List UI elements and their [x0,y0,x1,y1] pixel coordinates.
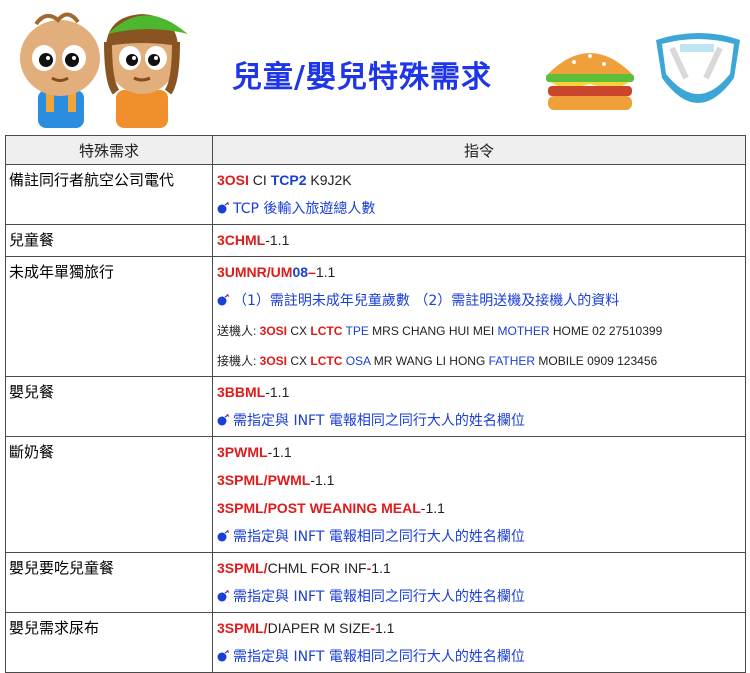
command-line: 3SPML/PWML-1.1 [217,468,745,496]
command-line: 3OSI CI TCP2 K9J2K [217,168,745,196]
command-fragment: 3SPML/POST WEANING MEAL [217,500,421,516]
special-need-name: 斷奶餐 [5,436,213,553]
command-cell: 3UMNR/UM08–1.1 （1）需註明未成年兒童歲數 （2）需註明送機及接機人… [212,256,746,377]
table-row: 斷奶餐 3PWML-1.1 3SPML/PWML-1.1 3SPML/POST WEA… [5,436,746,553]
note-text: （1）需註明未成年兒童歲數 （2）需註明送機及接機人的資料 [233,293,620,309]
note-text: 需指定與 INFT 電報相同之同行大人的姓名欄位 [233,529,525,545]
command-line: 3SPML/DIAPER M SIZE-1.1 [217,616,745,644]
command-fragment: FATHER [488,354,536,368]
bomb-icon [217,590,230,602]
command-fragment: 1.1 [371,560,391,576]
command-fragment: TPE [342,324,369,338]
table-header-row: 特殊需求 指令 [5,135,746,165]
command-fragment: TCP2 [270,172,307,188]
command-fragment: OSA [342,354,371,368]
command-fragment: LCTC [310,324,343,338]
table-row: 未成年單獨旅行 3UMNR/UM08–1.1 （1）需註明未成年兒童歲數 （2）需註… [5,256,746,377]
command-cell: 3OSI CI TCP2 K9J2K TCP 後輸入旅遊總人數 [212,164,746,225]
special-need-name: 嬰兒要吃兒童餐 [5,552,213,613]
command-fragment: K9J2K [306,172,352,188]
bomb-icon [217,414,230,426]
note-text: 需指定與 INFT 電報相同之同行大人的姓名欄位 [233,589,525,605]
table-row: 嬰兒要吃兒童餐 3SPML/CHML FOR INF-1.1 需指定與 INFT 電… [5,552,746,613]
command-cell: 3BBML-1.1 需指定與 INFT 電報相同之同行大人的姓名欄位 [212,376,746,437]
note-line: 需指定與 INFT 電報相同之同行大人的姓名欄位 [217,524,745,552]
command-fragment: LCTC [310,354,343,368]
command-fragment: MOBILE 0909 123456 [535,354,658,368]
command-fragment: 3OSI [217,172,249,188]
command-fragment: 3SPML/PWML [217,472,311,488]
command-fragment: 3UMNR/UM [217,264,293,280]
command-fragment: MR WANG LI HONG [370,354,489,368]
command-fragment: 3CHML [217,232,266,248]
contact-line: 接機人: 3OSI CX LCTC OSA MR WANG LI HONG FA… [217,346,745,376]
note-line: （1）需註明未成年兒童歲數 （2）需註明送機及接機人的資料 [217,288,745,316]
command-fragment: 送機人: [217,324,260,338]
command-fragment: CX [287,354,311,368]
special-need-name: 未成年單獨旅行 [5,256,213,377]
note-line: 需指定與 INFT 電報相同之同行大人的姓名欄位 [217,584,745,612]
command-fragment: -1.1 [310,472,335,488]
command-cell: 3SPML/CHML FOR INF-1.1 需指定與 INFT 電報相同之同行大… [212,552,746,613]
table-row: 兒童餐 3CHML-1.1 [5,224,746,257]
bomb-icon [217,202,230,214]
command-fragment: 3PWML [217,444,268,460]
note-line: 需指定與 INFT 電報相同之同行大人的姓名欄位 [217,408,745,436]
command-fragment: CI [248,172,271,188]
command-fragment: 3SPML/ [217,620,268,636]
kids-illustration [20,12,188,128]
command-fragment: -1.1 [265,384,290,400]
bomb-icon [217,650,230,662]
command-fragment: 接機人: [217,354,260,368]
contact-line: 送機人: 3OSI CX LCTC TPE MRS CHANG HUI MEI … [217,316,745,346]
command-line: 3BBML-1.1 [217,380,745,408]
special-need-name: 嬰兒餐 [5,376,213,437]
header: 兒童/嬰兒特殊需求 [0,0,750,132]
command-cell: 3PWML-1.1 3SPML/PWML-1.1 3SPML/POST WEANIN… [212,436,746,553]
command-fragment: 3BBML [217,384,266,400]
command-fragment: HOME 02 27510399 [549,324,663,338]
note-line: 需指定與 INFT 電報相同之同行大人的姓名欄位 [217,644,745,672]
command-line: 3PWML-1.1 [217,440,745,468]
command-fragment: 1.1 [374,620,395,636]
command-fragment: 3SPML/ [217,560,268,576]
note-line: TCP 後輸入旅遊總人數 [217,196,745,224]
table-row: 備註同行者航空公司電代 3OSI CI TCP2 K9J2K TCP 後輸入旅遊總人… [5,164,746,225]
header-special-need: 特殊需求 [5,135,213,165]
note-text: TCP 後輸入旅遊總人數 [233,201,376,217]
command-line: 3CHML-1.1 [217,228,745,256]
command-fragment: – [308,264,316,280]
command-fragment: DIAPER M SIZE [267,620,371,636]
command-fragment: MRS CHANG HUI MEI [368,324,498,338]
command-fragment: CX [287,324,311,338]
special-needs-table: 特殊需求 指令 備註同行者航空公司電代 3OSI CI TCP2 K9J2K TCP… [5,135,746,673]
command-fragment: MOTHER [497,324,550,338]
command-fragment: -1.1 [267,444,292,460]
bomb-icon [217,530,230,542]
command-fragment: -1.1 [420,500,445,516]
header-command: 指令 [212,135,746,165]
command-line: 3SPML/CHML FOR INF-1.1 [217,556,745,584]
diaper-icon [656,33,740,103]
special-need-name: 兒童餐 [5,224,213,257]
page-title: 兒童/嬰兒特殊需求 [232,60,492,95]
command-line: 3UMNR/UM08–1.1 [217,260,745,288]
command-fragment: 3OSI [259,324,288,338]
command-fragment: 1.1 [315,264,336,280]
special-need-name: 備註同行者航空公司電代 [5,164,213,225]
burger-icon [546,53,634,110]
command-fragment: -1.1 [265,232,290,248]
note-text: 需指定與 INFT 電報相同之同行大人的姓名欄位 [233,649,525,665]
command-fragment: 08 [292,264,309,280]
bomb-icon [217,294,230,306]
table-body: 備註同行者航空公司電代 3OSI CI TCP2 K9J2K TCP 後輸入旅遊總人… [5,164,746,673]
command-line: 3SPML/POST WEANING MEAL-1.1 [217,496,745,524]
command-fragment: 3OSI [259,354,288,368]
table-row: 嬰兒餐 3BBML-1.1 需指定與 INFT 電報相同之同行大人的姓名欄位 [5,376,746,437]
command-fragment: CHML FOR INF [267,560,367,576]
note-text: 需指定與 INFT 電報相同之同行大人的姓名欄位 [233,413,525,429]
command-cell: 3CHML-1.1 [212,224,746,257]
